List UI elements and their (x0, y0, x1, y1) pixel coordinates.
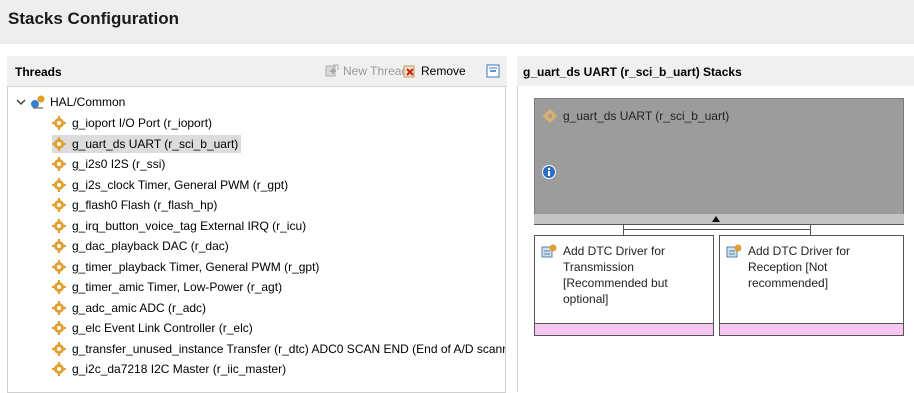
tree-item-label: g_ioport I/O Port (r_ioport) (72, 116, 213, 130)
stacks-header: g_uart_ds UART (r_sci_b_uart) Stacks (517, 56, 914, 87)
title-bar: Stacks Configuration (0, 0, 914, 44)
tree-item[interactable]: g_i2s0 I2S (r_ssi) (52, 155, 168, 173)
page-title: Stacks Configuration (8, 9, 179, 28)
tree-item[interactable]: g_dac_playback DAC (r_dac) (52, 237, 232, 255)
threads-header: Threads New Thread Remove (7, 56, 507, 87)
module-gear-icon (543, 109, 557, 123)
remove-button[interactable]: Remove (403, 62, 466, 80)
remove-icon (403, 65, 415, 78)
gear-icon (52, 259, 66, 274)
gear-icon (52, 136, 66, 151)
tree-item[interactable]: g_i2c_da7218 I2C Master (r_iic_master) (52, 360, 289, 378)
gear-icon (52, 116, 66, 130)
tree-item-label: g_flash0 Flash (r_flash_hp) (72, 198, 218, 212)
add-driver-icon (726, 244, 742, 258)
tree-item-label: g_transfer_unused_instance Transfer (r_d… (72, 341, 505, 356)
tree-root-label: HAL/Common (50, 95, 126, 109)
gear-icon (52, 239, 66, 253)
info-icon[interactable] (542, 165, 556, 179)
remove-label: Remove (421, 64, 466, 78)
collapse-all-icon (486, 64, 500, 78)
tree-item-label: g_i2c_da7218 I2C Master (r_iic_master) (72, 362, 287, 376)
thread-group-icon (31, 95, 45, 109)
tree-item[interactable]: g_ioport I/O Port (r_ioport) (52, 114, 215, 132)
gear-icon (52, 157, 66, 171)
add-driver-icon (541, 244, 557, 258)
tree-item-label: g_adc_amic ADC (r_adc) (72, 300, 207, 315)
dependency-bar (535, 323, 713, 335)
threads-tree: HAL/Common g_ioport I/O Port (r_ioport)g… (7, 86, 506, 393)
dependency-dtc-reception[interactable]: Add DTC Driver for Reception [Not recomm… (719, 235, 904, 336)
tree-item[interactable]: g_elc Event Link Controller (r_elc) (52, 319, 256, 337)
tree-item[interactable]: g_irq_button_voice_tag External IRQ (r_i… (52, 217, 309, 235)
gear-icon (52, 177, 66, 192)
tree-item[interactable]: g_timer_amic Timer, Low-Power (r_agt) (52, 278, 285, 296)
threads-panel: Threads New Thread Remove HAL/Common g_i… (7, 56, 507, 393)
tree-item[interactable]: g_flash0 Flash (r_flash_hp) (52, 196, 220, 214)
gear-icon (52, 321, 66, 335)
tree-item[interactable]: g_adc_amic ADC (r_adc) (52, 299, 209, 317)
tree-item-label: g_uart_ds UART (r_sci_b_uart) (72, 136, 239, 151)
stacks-title: g_uart_ds UART (r_sci_b_uart) Stacks (523, 65, 742, 79)
dependency-label: Add DTC Driver for Reception [Not recomm… (748, 244, 851, 290)
tree-item-label: g_irq_button_voice_tag External IRQ (r_i… (72, 218, 307, 233)
chevron-down-icon[interactable] (16, 97, 26, 107)
new-thread-button[interactable]: New Thread (325, 62, 408, 80)
stack-module-uart[interactable]: g_uart_ds UART (r_sci_b_uart) (534, 98, 904, 215)
tree-item-label: g_elc Event Link Controller (r_elc) (72, 321, 253, 335)
tree-item[interactable]: g_transfer_unused_instance Transfer (r_d… (52, 340, 505, 358)
dependency-bar (720, 323, 903, 335)
connector-line (810, 225, 811, 235)
collapse-all-button[interactable] (486, 62, 504, 80)
tree-item[interactable]: g_uart_ds UART (r_sci_b_uart) (52, 134, 242, 153)
tree-root-hal-common[interactable]: HAL/Common (16, 93, 125, 111)
gear-icon (52, 198, 66, 212)
stack-expander[interactable] (534, 214, 904, 225)
tree-item-label: g_timer_amic Timer, Low-Power (r_agt) (72, 280, 283, 294)
stack-canvas: g_uart_ds UART (r_sci_b_uart) Add DTC Dr… (517, 86, 914, 392)
connector-line (623, 225, 624, 235)
stacks-panel: g_uart_ds UART (r_sci_b_uart) Stacks g_u… (517, 56, 914, 392)
stack-module-label: g_uart_ds UART (r_sci_b_uart) (563, 109, 730, 123)
tree-item-label: g_timer_playback Timer, General PWM (r_g… (72, 259, 320, 274)
connector-line (623, 229, 811, 230)
gear-icon (52, 280, 66, 294)
dependency-dtc-transmission[interactable]: Add DTC Driver for Transmission [Recomme… (534, 235, 714, 336)
gear-icon (52, 218, 66, 233)
stack-module-label-row: g_uart_ds UART (r_sci_b_uart) (543, 109, 729, 123)
tree-item[interactable]: g_timer_playback Timer, General PWM (r_g… (52, 258, 322, 276)
dependency-label: Add DTC Driver for Transmission [Recomme… (563, 244, 668, 306)
tree-item-label: g_i2s_clock Timer, General PWM (r_gpt) (72, 177, 289, 192)
tree-item-label: g_i2s0 I2S (r_ssi) (72, 157, 166, 171)
tree-item-label: g_dac_playback DAC (r_dac) (72, 239, 229, 253)
tree-item[interactable]: g_i2s_clock Timer, General PWM (r_gpt) (52, 176, 291, 194)
gear-icon (52, 362, 66, 376)
gear-icon (52, 341, 66, 356)
threads-title: Threads (15, 65, 62, 79)
new-thread-icon (325, 64, 339, 77)
expand-up-icon (712, 216, 720, 222)
new-thread-label: New Thread (343, 64, 409, 78)
gear-icon (52, 300, 66, 315)
